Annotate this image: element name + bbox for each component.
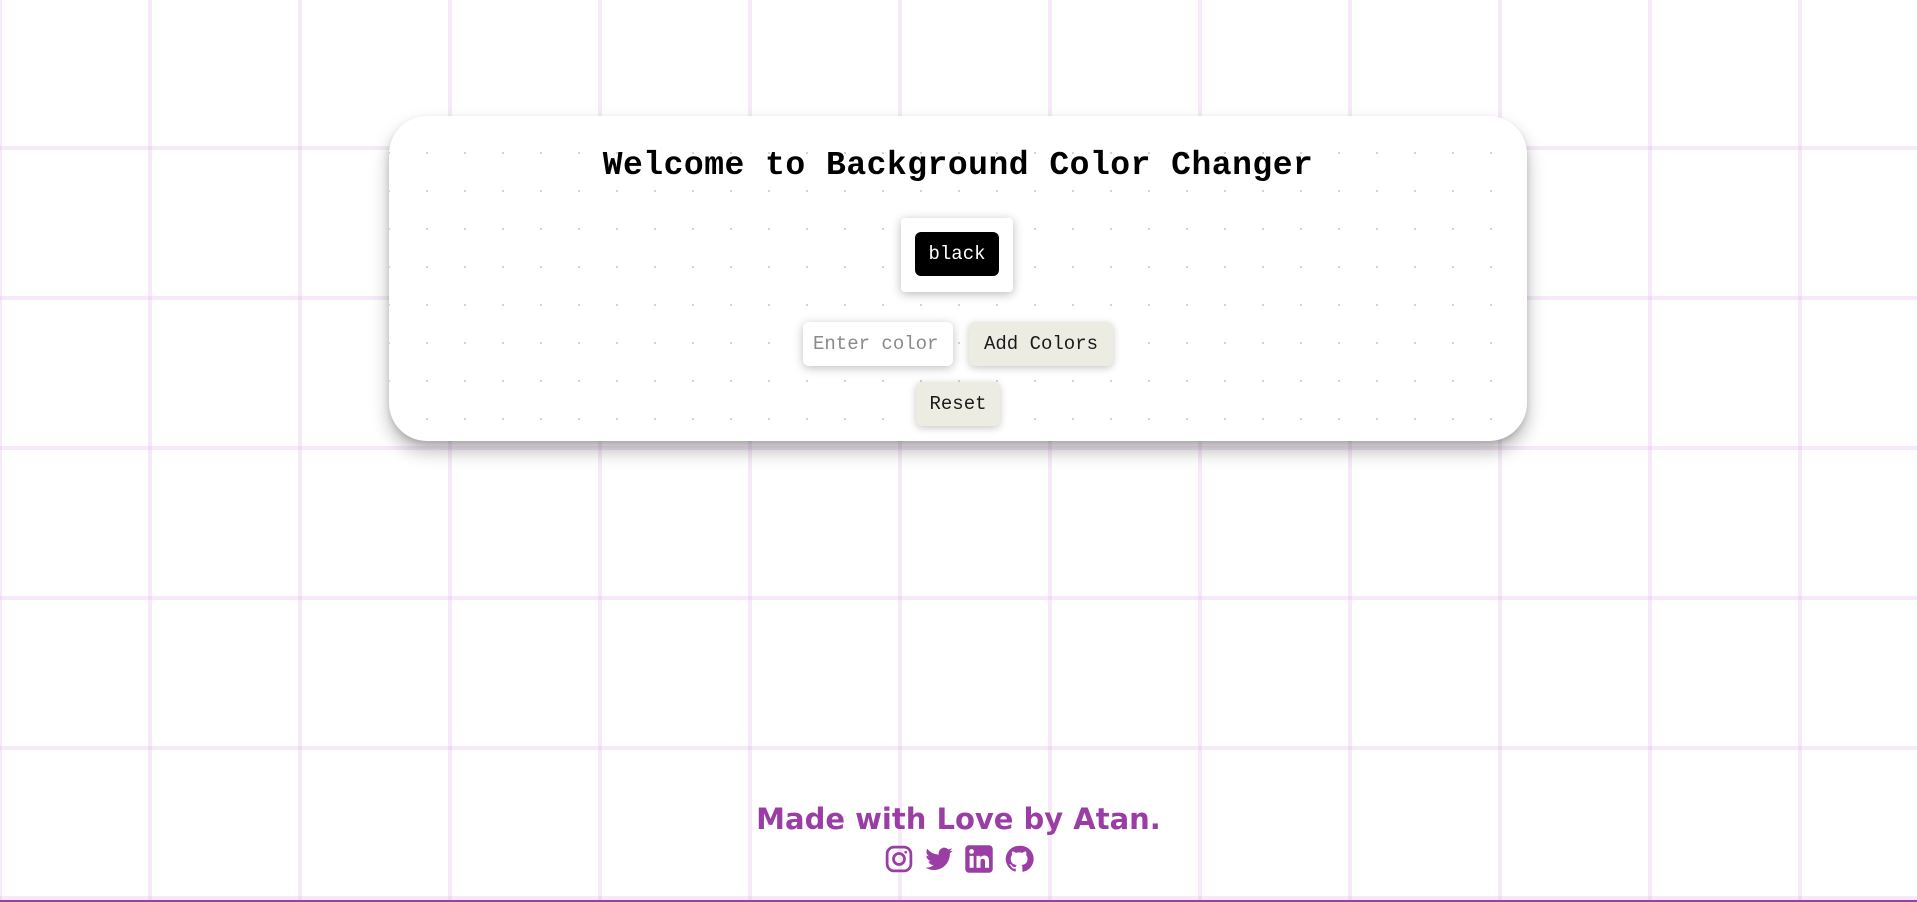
social-links: [0, 844, 1917, 874]
swatch-container: black: [901, 218, 1013, 292]
swatch-button-black[interactable]: black: [915, 232, 999, 276]
footer: Made with Love by Atan.: [0, 802, 1917, 874]
linkedin-icon[interactable]: [964, 844, 994, 874]
instagram-icon[interactable]: [884, 844, 914, 874]
footer-credit: Made with Love by Atan.: [756, 802, 1161, 836]
add-colors-button[interactable]: Add Colors: [969, 322, 1113, 366]
github-icon[interactable]: [1004, 844, 1034, 874]
twitter-icon[interactable]: [924, 844, 954, 874]
reset-button[interactable]: Reset: [916, 382, 1000, 426]
page-title: Welcome to Background Color Changer: [602, 147, 1314, 184]
color-input[interactable]: [803, 322, 953, 366]
color-changer-card: Welcome to Background Color Changer blac…: [389, 116, 1527, 441]
